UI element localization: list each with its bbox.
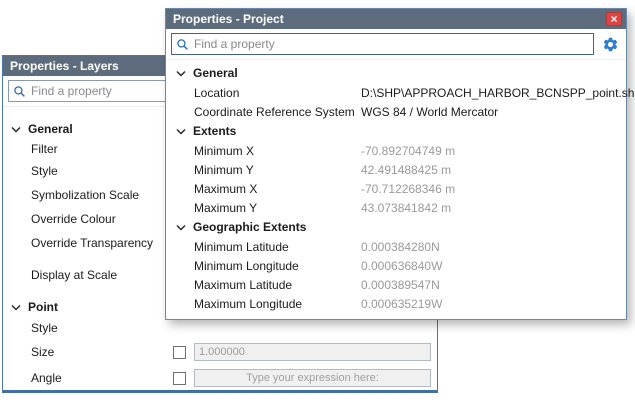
- property-row-maximum-latitude[interactable]: Maximum Latitude 0.000389547N: [166, 275, 626, 294]
- property-row-minimum-x[interactable]: Minimum X -70.892704749 m: [166, 141, 626, 160]
- project-search-input[interactable]: [194, 37, 589, 51]
- layers-item-point-style[interactable]: Style: [3, 317, 437, 339]
- properties-project-panel: Properties - Project × General Location …: [165, 8, 627, 320]
- property-value: -70.892704749 m: [361, 144, 455, 158]
- project-property-grid: General Location D:\SHP\APPROACH_HARBOR_…: [166, 60, 626, 313]
- property-value: 0.000389547N: [361, 278, 440, 292]
- angle-checkbox[interactable]: [173, 372, 186, 385]
- property-row-crs[interactable]: Coordinate Reference System WGS 84 / Wor…: [166, 102, 626, 121]
- property-value: 42.491488425 m: [361, 163, 451, 177]
- property-label: Minimum Y: [194, 163, 361, 177]
- section-label: Point: [28, 300, 58, 314]
- property-row-maximum-x[interactable]: Maximum X -70.712268346 m: [166, 179, 626, 198]
- property-row-location[interactable]: Location D:\SHP\APPROACH_HARBOR_BCNSPP_p…: [166, 83, 626, 102]
- property-row-maximum-longitude[interactable]: Maximum Longitude 0.000635219W: [166, 294, 626, 313]
- property-value: 0.000635219W: [361, 297, 442, 311]
- group-label: Extents: [193, 124, 236, 138]
- angle-input[interactable]: [194, 369, 431, 387]
- layers-field-angle: Angle: [3, 365, 437, 391]
- group-label: Geographic Extents: [193, 220, 306, 234]
- group-header-general[interactable]: General: [166, 63, 626, 83]
- property-row-minimum-y[interactable]: Minimum Y 42.491488425 m: [166, 160, 626, 179]
- angle-label: Angle: [31, 371, 173, 385]
- property-label: Maximum Latitude: [194, 278, 361, 292]
- project-search-box[interactable]: [171, 33, 594, 55]
- layers-field-size: Size: [3, 339, 437, 365]
- property-label: Minimum X: [194, 144, 361, 158]
- property-label: Location: [194, 86, 361, 100]
- group-label: General: [193, 66, 238, 80]
- chevron-down-icon[interactable]: [176, 70, 186, 77]
- section-label: General: [28, 122, 73, 136]
- size-checkbox[interactable]: [173, 346, 186, 359]
- property-label: Coordinate Reference System: [194, 105, 361, 119]
- property-label: Maximum X: [194, 182, 361, 196]
- chevron-down-icon[interactable]: [176, 224, 186, 231]
- chevron-down-icon[interactable]: [11, 126, 21, 133]
- project-panel-title: Properties - Project: [173, 12, 606, 26]
- property-value: -70.712268346 m: [361, 182, 455, 196]
- property-row-minimum-latitude[interactable]: Minimum Latitude 0.000384280N: [166, 237, 626, 256]
- property-label: Minimum Longitude: [194, 259, 361, 273]
- size-label: Size: [31, 345, 173, 359]
- property-label: Maximum Y: [194, 201, 361, 215]
- property-row-maximum-y[interactable]: Maximum Y 43.073841842 m: [166, 198, 626, 217]
- project-search-row: [166, 29, 626, 60]
- size-input[interactable]: [194, 343, 431, 361]
- search-icon: [176, 38, 189, 51]
- property-row-minimum-longitude[interactable]: Minimum Longitude 0.000636840W: [166, 256, 626, 275]
- close-icon[interactable]: ×: [606, 12, 622, 26]
- property-label: Minimum Latitude: [194, 240, 361, 254]
- gear-icon[interactable]: [599, 33, 621, 55]
- property-value: D:\SHP\APPROACH_HARBOR_BCNSPP_point.shp: [361, 86, 635, 100]
- chevron-down-icon[interactable]: [11, 304, 21, 311]
- property-value: 0.000636840W: [361, 259, 442, 273]
- group-header-extents[interactable]: Extents: [166, 121, 626, 141]
- property-value: WGS 84 / World Mercator: [361, 105, 498, 119]
- chevron-down-icon[interactable]: [176, 128, 186, 135]
- property-value: 43.073841842 m: [361, 201, 451, 215]
- property-label: Maximum Longitude: [194, 297, 361, 311]
- search-icon: [13, 85, 26, 98]
- project-titlebar[interactable]: Properties - Project ×: [166, 9, 626, 29]
- property-value: 0.000384280N: [361, 240, 440, 254]
- group-header-geographic-extents[interactable]: Geographic Extents: [166, 217, 626, 237]
